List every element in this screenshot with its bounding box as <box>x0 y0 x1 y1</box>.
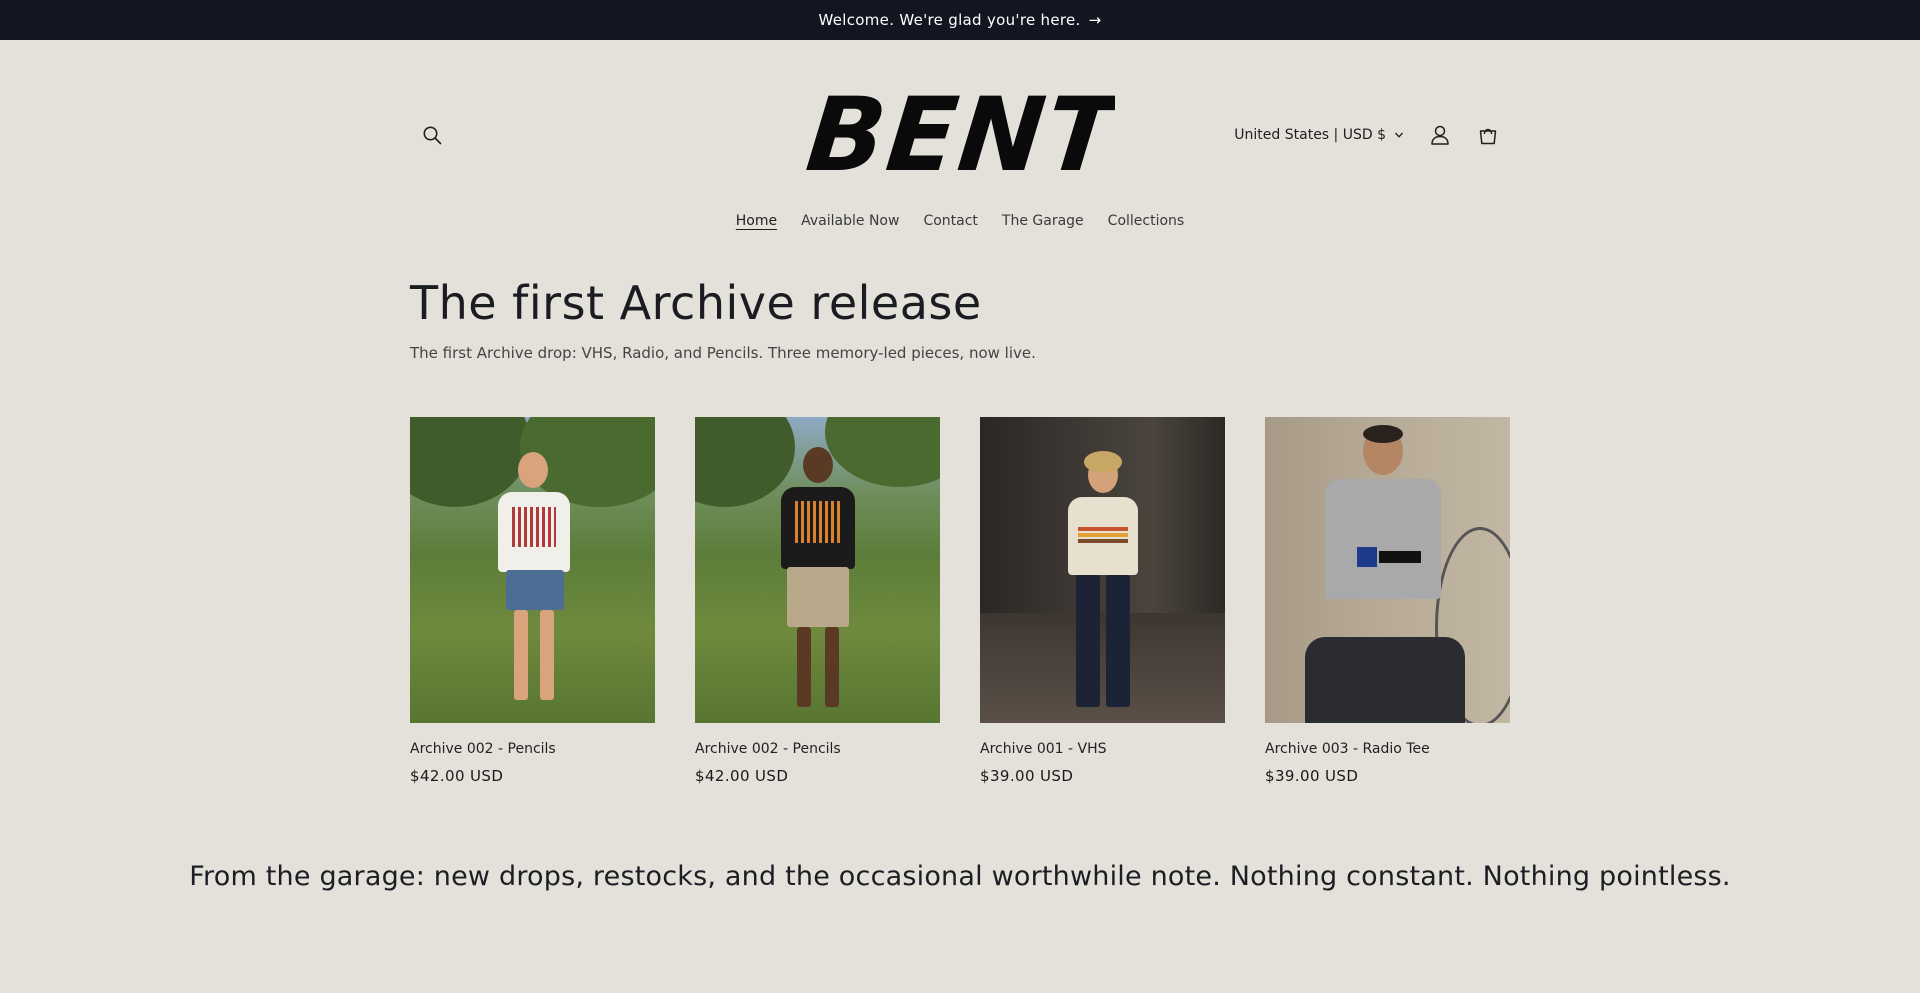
arrow-right-icon: → <box>1088 11 1102 29</box>
product-card[interactable]: Archive 001 - VHS $39.00 USD <box>980 417 1225 785</box>
search-icon <box>423 126 442 145</box>
logo-mark: BENT <box>805 86 1115 182</box>
product-card[interactable]: Archive 003 - Radio Tee $39.00 USD <box>1265 417 1510 785</box>
product-price: $39.00 USD <box>980 767 1074 785</box>
product-image[interactable] <box>980 417 1225 723</box>
product-title[interactable]: Archive 003 - Radio Tee <box>1265 741 1510 757</box>
announcement-link[interactable]: Welcome. We're glad you're here. → <box>818 11 1101 29</box>
account-icon <box>1431 125 1449 145</box>
header-actions: United States | USD $ <box>1224 113 1510 157</box>
chevron-down-icon <box>1395 132 1403 138</box>
product-price: $39.00 USD <box>1265 767 1359 785</box>
account-button[interactable] <box>1418 113 1462 157</box>
announcement-text: Welcome. We're glad you're here. <box>818 11 1081 29</box>
country-currency-selector[interactable]: United States | USD $ <box>1224 113 1414 157</box>
cart-button[interactable] <box>1466 113 1510 157</box>
main-content: The first Archive release The first Arch… <box>410 276 1510 785</box>
product-card[interactable]: Archive 002 - Pencils $42.00 USD <box>695 417 940 785</box>
country-label: United States | USD $ <box>1234 127 1386 143</box>
product-title[interactable]: Archive 001 - VHS <box>980 741 1225 757</box>
cart-icon <box>1479 128 1497 145</box>
announcement-bar: Welcome. We're glad you're here. → <box>0 0 1920 40</box>
page-subtitle: The first Archive drop: VHS, Radio, and … <box>410 344 1036 362</box>
product-image[interactable] <box>1265 417 1510 723</box>
garage-note: From the garage: new drops, restocks, an… <box>189 861 1731 892</box>
product-card[interactable]: Archive 002 - Pencils $42.00 USD <box>410 417 655 785</box>
product-price: $42.00 USD <box>695 767 789 785</box>
product-image[interactable] <box>695 417 940 723</box>
product-title[interactable]: Archive 002 - Pencils <box>410 741 655 757</box>
product-grid: Archive 002 - Pencils $42.00 USD Archive… <box>410 417 1510 785</box>
product-image[interactable] <box>410 417 655 723</box>
product-title[interactable]: Archive 002 - Pencils <box>695 741 940 757</box>
product-price: $42.00 USD <box>410 767 504 785</box>
page-title: The first Archive release <box>410 276 982 330</box>
search-button[interactable] <box>410 113 454 157</box>
logo-text: BENT <box>805 86 1115 182</box>
brand-logo[interactable]: BENT <box>800 84 1120 184</box>
site-header: BENT United States | USD $ <box>410 40 1510 212</box>
